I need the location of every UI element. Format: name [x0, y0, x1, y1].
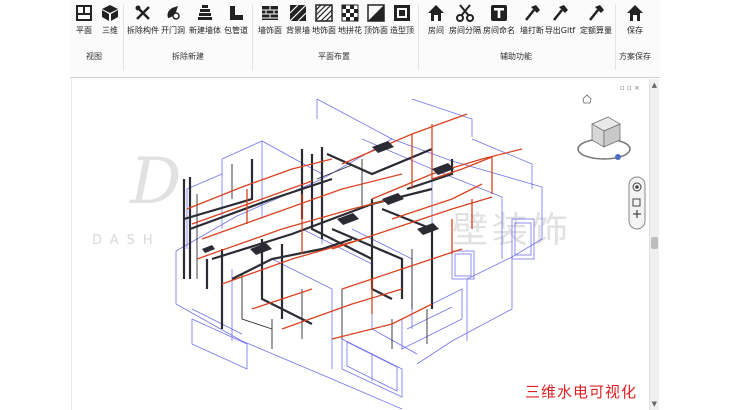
group-view-label: 视图 — [86, 52, 102, 61]
3d-viewport[interactable]: D DASH 壁装饰 ▲ ▼ 三维水电可视化 — [71, 79, 659, 410]
close-icon[interactable]: × — [634, 84, 640, 92]
open-door-button[interactable]: 开门洞 — [159, 2, 187, 40]
scroll-thumb[interactable] — [651, 237, 658, 249]
checker-icon — [341, 4, 359, 22]
group-demolish-label: 拆除新建 — [172, 52, 204, 61]
app-window: 平面 三维 视图 拆除构件 开门洞 新建墙体 包管道 拆除新建 墙饰面 背景墙 … — [0, 0, 730, 410]
tools-icon — [135, 5, 150, 20]
export-gltf-label: 导出Gltf — [544, 26, 576, 35]
shape-ceiling-button[interactable]: 造型顶 — [388, 2, 416, 40]
export-gltf-button[interactable]: 导出Gltf — [545, 2, 575, 40]
group-aux-label: 辅助功能 — [500, 52, 532, 61]
pipes-red — [186, 113, 523, 340]
group-save-label: 方案保存 — [619, 52, 651, 61]
save-label: 保存 — [627, 26, 643, 35]
home-save-icon — [627, 5, 643, 21]
three-d-button[interactable]: 三维 — [96, 2, 124, 40]
door-brush-icon — [167, 6, 180, 20]
pipe-icon — [230, 6, 243, 20]
ribbon-toolbar: 平面 三维 视图 拆除构件 开门洞 新建墙体 包管道 拆除新建 墙饰面 背景墙 … — [70, 0, 660, 78]
minimize-icon[interactable]: ▫ — [620, 84, 625, 92]
new-wall-button[interactable]: 新建墙体 — [189, 2, 221, 40]
brick-wall-icon — [262, 6, 278, 20]
visualization-caption: 三维水电可视化 — [524, 383, 637, 401]
group-layout-label: 平面布置 — [318, 52, 350, 61]
hammer-icon — [525, 5, 540, 21]
home-view-icon[interactable] — [582, 94, 592, 104]
pipe-wrap-button[interactable]: 包管道 — [222, 2, 250, 40]
room-split-button[interactable]: 房间分隔 — [449, 2, 481, 40]
hatch-pattern-icon — [289, 4, 307, 22]
group-separator — [418, 4, 419, 70]
hammer-icon — [553, 5, 568, 21]
shaped-ceiling-icon — [394, 5, 410, 21]
ceiling-panel-icon — [367, 4, 385, 22]
hammer-icon — [589, 5, 604, 21]
scroll-down-icon[interactable]: ▼ — [652, 400, 657, 408]
group-separator — [252, 4, 253, 70]
quota-label: 定额算量 — [580, 26, 612, 35]
home-icon — [428, 5, 444, 21]
group-separator — [615, 4, 616, 70]
viewport-window-controls[interactable]: ▫ ▫ × — [620, 84, 640, 92]
mep-3d-model — [175, 94, 646, 410]
scroll-up-icon[interactable]: ▲ — [652, 81, 657, 89]
vertical-scrollbar[interactable]: ▲ ▼ — [649, 79, 659, 410]
diagonal-tile-icon — [315, 4, 333, 22]
group-separator — [123, 4, 124, 70]
wall-tower-icon — [198, 5, 212, 20]
scissors-icon — [456, 4, 474, 22]
quota-button[interactable]: 定额算量 — [580, 2, 612, 40]
cube-icon — [102, 5, 118, 21]
view-cube[interactable] — [577, 116, 631, 160]
save-button[interactable]: 保存 — [621, 2, 649, 40]
room-name-button[interactable]: 房间命名 — [483, 2, 515, 40]
plan-icon — [76, 5, 92, 21]
navigation-bar[interactable] — [628, 176, 646, 230]
restore-icon[interactable]: ▫ — [627, 84, 632, 92]
text-icon — [491, 5, 507, 21]
